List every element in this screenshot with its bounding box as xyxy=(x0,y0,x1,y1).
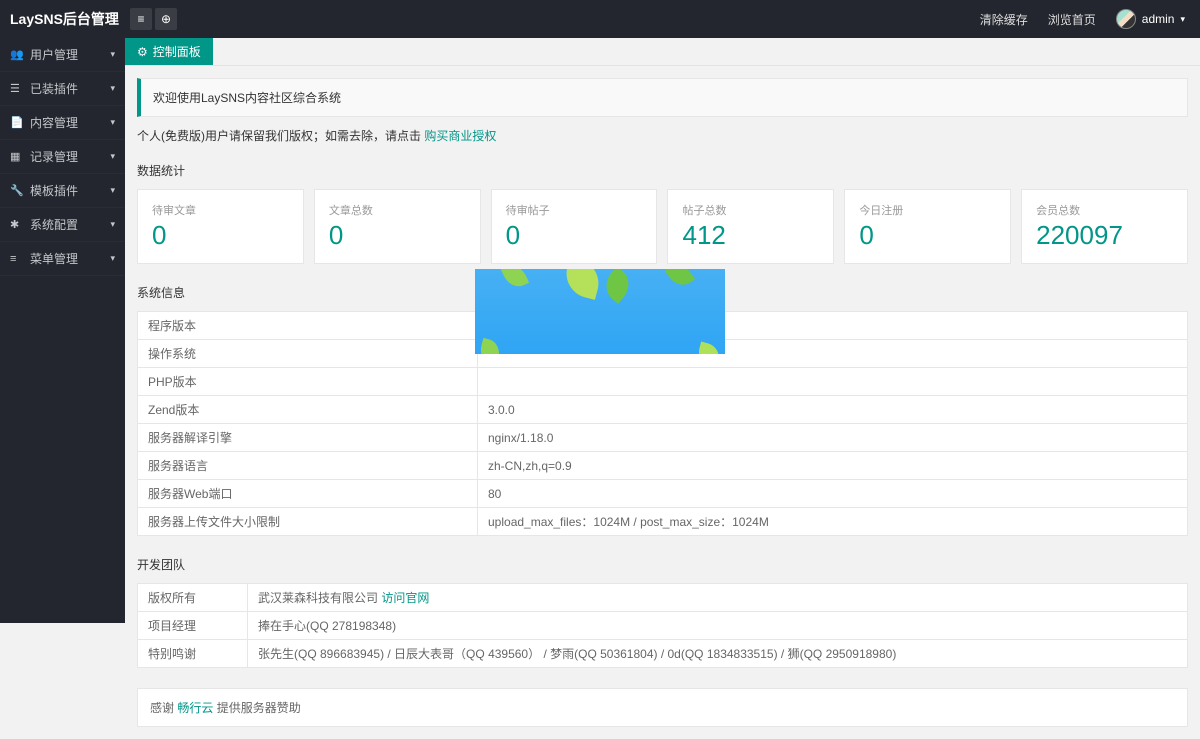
welcome-banner: 欢迎使用LaySNS内容社区综合系统 xyxy=(137,78,1188,117)
clear-cache-link[interactable]: 清除缓存 xyxy=(980,11,1028,28)
stat-value: 0 xyxy=(506,220,643,251)
thanks-banner: 感谢 畅行云 提供服务器赞助 xyxy=(137,688,1188,727)
tab-bar: ⚙ 控制面板 xyxy=(125,38,1200,66)
team-table: 版权所有 武汉莱森科技有限公司 访问官网 项目经理捧在手心(QQ 2781983… xyxy=(137,583,1188,668)
users-icon: 👥 xyxy=(10,48,22,61)
official-site-link[interactable]: 访问官网 xyxy=(381,591,429,605)
stat-card-today-reg: 今日注册 0 xyxy=(844,189,1011,264)
stat-label: 今日注册 xyxy=(859,202,996,218)
chevron-down-icon: ▾ xyxy=(110,49,115,60)
header-tools: ≡ ⊕ xyxy=(130,8,177,30)
list-icon: ≡ xyxy=(10,253,22,265)
stat-label: 文章总数 xyxy=(329,202,466,218)
stat-card-pending-articles: 待审文章 0 xyxy=(137,189,304,264)
app-logo: LaySNS后台管理 xyxy=(0,9,125,29)
copyright-note: 个人(免费版)用户请保留我们版权；如需去除，请点击 购买商业授权 xyxy=(137,127,1188,144)
dashboard-icon: ⚙ xyxy=(137,45,148,59)
stat-value: 0 xyxy=(329,220,466,251)
username: admin xyxy=(1142,12,1175,26)
stat-label: 帖子总数 xyxy=(682,202,819,218)
top-header: LaySNS后台管理 ≡ ⊕ 清除缓存 浏览首页 admin ▾ xyxy=(0,0,1200,38)
stat-card-pending-posts: 待审帖子 0 xyxy=(491,189,658,264)
table-row: 特别鸣谢张先生(QQ 896683945) / 日辰大表哥（QQ 439560）… xyxy=(138,640,1188,668)
chevron-down-icon: ▾ xyxy=(110,117,115,128)
table-row: 服务器语言zh-CN,zh,q=0.9 xyxy=(138,452,1188,480)
decorative-banner-overlay xyxy=(475,269,725,354)
stat-cards: 待审文章 0 文章总数 0 待审帖子 0 帖子总数 412 今日注册 0 会员总… xyxy=(137,189,1188,264)
table-row: Zend版本3.0.0 xyxy=(138,396,1188,424)
table-row: 服务器解译引擎nginx/1.18.0 xyxy=(138,424,1188,452)
stat-label: 待审文章 xyxy=(152,202,289,218)
view-home-link[interactable]: 浏览首页 xyxy=(1048,11,1096,28)
table-row: 项目经理捧在手心(QQ 278198348) xyxy=(138,612,1188,640)
chevron-down-icon: ▾ xyxy=(110,219,115,230)
sidebar-item-menu[interactable]: ≡ 菜单管理 ▾ xyxy=(0,242,125,276)
sidebar-item-label: 模板插件 xyxy=(30,182,78,199)
stat-label: 待审帖子 xyxy=(506,202,643,218)
tab-dashboard[interactable]: ⚙ 控制面板 xyxy=(125,38,213,65)
chevron-down-icon: ▾ xyxy=(1180,14,1185,25)
table-row: 服务器Web端口80 xyxy=(138,480,1188,508)
avatar xyxy=(1116,9,1136,29)
buy-license-link[interactable]: 购买商业授权 xyxy=(424,129,496,143)
stat-card-total-articles: 文章总数 0 xyxy=(314,189,481,264)
sidebar-item-template[interactable]: 🔧 模板插件 ▾ xyxy=(0,174,125,208)
header-right: 清除缓存 浏览首页 admin ▾ xyxy=(980,9,1200,29)
chevron-down-icon: ▾ xyxy=(110,253,115,264)
chevron-down-icon: ▾ xyxy=(110,151,115,162)
plugin-icon: ☰ xyxy=(10,82,22,95)
team-title: 开发团队 xyxy=(137,556,1188,573)
main-content: ⚙ 控制面板 欢迎使用LaySNS内容社区综合系统 个人(免费版)用户请保留我们… xyxy=(125,38,1200,739)
sponsor-link[interactable]: 畅行云 xyxy=(177,701,213,715)
chevron-down-icon: ▾ xyxy=(110,83,115,94)
table-row: PHP版本 xyxy=(138,368,1188,396)
stat-label: 会员总数 xyxy=(1036,202,1173,218)
add-button[interactable]: ⊕ xyxy=(155,8,177,30)
sidebar-item-plugins[interactable]: ☰ 已装插件 ▾ xyxy=(0,72,125,106)
stats-title: 数据统计 xyxy=(137,162,1188,179)
table-row: 版权所有 武汉莱森科技有限公司 访问官网 xyxy=(138,584,1188,612)
menu-toggle-button[interactable]: ≡ xyxy=(130,8,152,30)
stat-value: 0 xyxy=(152,220,289,251)
stat-card-total-posts: 帖子总数 412 xyxy=(667,189,834,264)
dashboard-content: 欢迎使用LaySNS内容社区综合系统 个人(免费版)用户请保留我们版权；如需去除… xyxy=(125,66,1200,739)
sidebar-item-label: 内容管理 xyxy=(30,114,78,131)
stat-value: 412 xyxy=(682,220,819,251)
sidebar-nav: 👥 用户管理 ▾ ☰ 已装插件 ▾ 📄 内容管理 ▾ ▦ 记录管理 ▾ 🔧 模板… xyxy=(0,38,125,623)
sidebar-item-label: 用户管理 xyxy=(30,46,78,63)
user-menu[interactable]: admin ▾ xyxy=(1116,9,1185,29)
sidebar-item-label: 记录管理 xyxy=(30,148,78,165)
table-row: 服务器上传文件大小限制upload_max_files：1024M / post… xyxy=(138,508,1188,536)
grid-icon: ▦ xyxy=(10,150,22,163)
stat-value: 0 xyxy=(859,220,996,251)
sidebar-item-users[interactable]: 👥 用户管理 ▾ xyxy=(0,38,125,72)
gear-icon: ✱ xyxy=(10,218,22,231)
sidebar-item-label: 菜单管理 xyxy=(30,250,78,267)
stat-card-total-members: 会员总数 220097 xyxy=(1021,189,1188,264)
sidebar-item-label: 系统配置 xyxy=(30,216,78,233)
sidebar-item-content[interactable]: 📄 内容管理 ▾ xyxy=(0,106,125,140)
chevron-down-icon: ▾ xyxy=(110,185,115,196)
sidebar-item-logs[interactable]: ▦ 记录管理 ▾ xyxy=(0,140,125,174)
doc-icon: 📄 xyxy=(10,116,22,129)
sidebar-item-system[interactable]: ✱ 系统配置 ▾ xyxy=(0,208,125,242)
stat-value: 220097 xyxy=(1036,220,1173,251)
wrench-icon: 🔧 xyxy=(10,184,22,197)
tab-label: 控制面板 xyxy=(153,43,201,60)
sidebar-item-label: 已装插件 xyxy=(30,80,78,97)
